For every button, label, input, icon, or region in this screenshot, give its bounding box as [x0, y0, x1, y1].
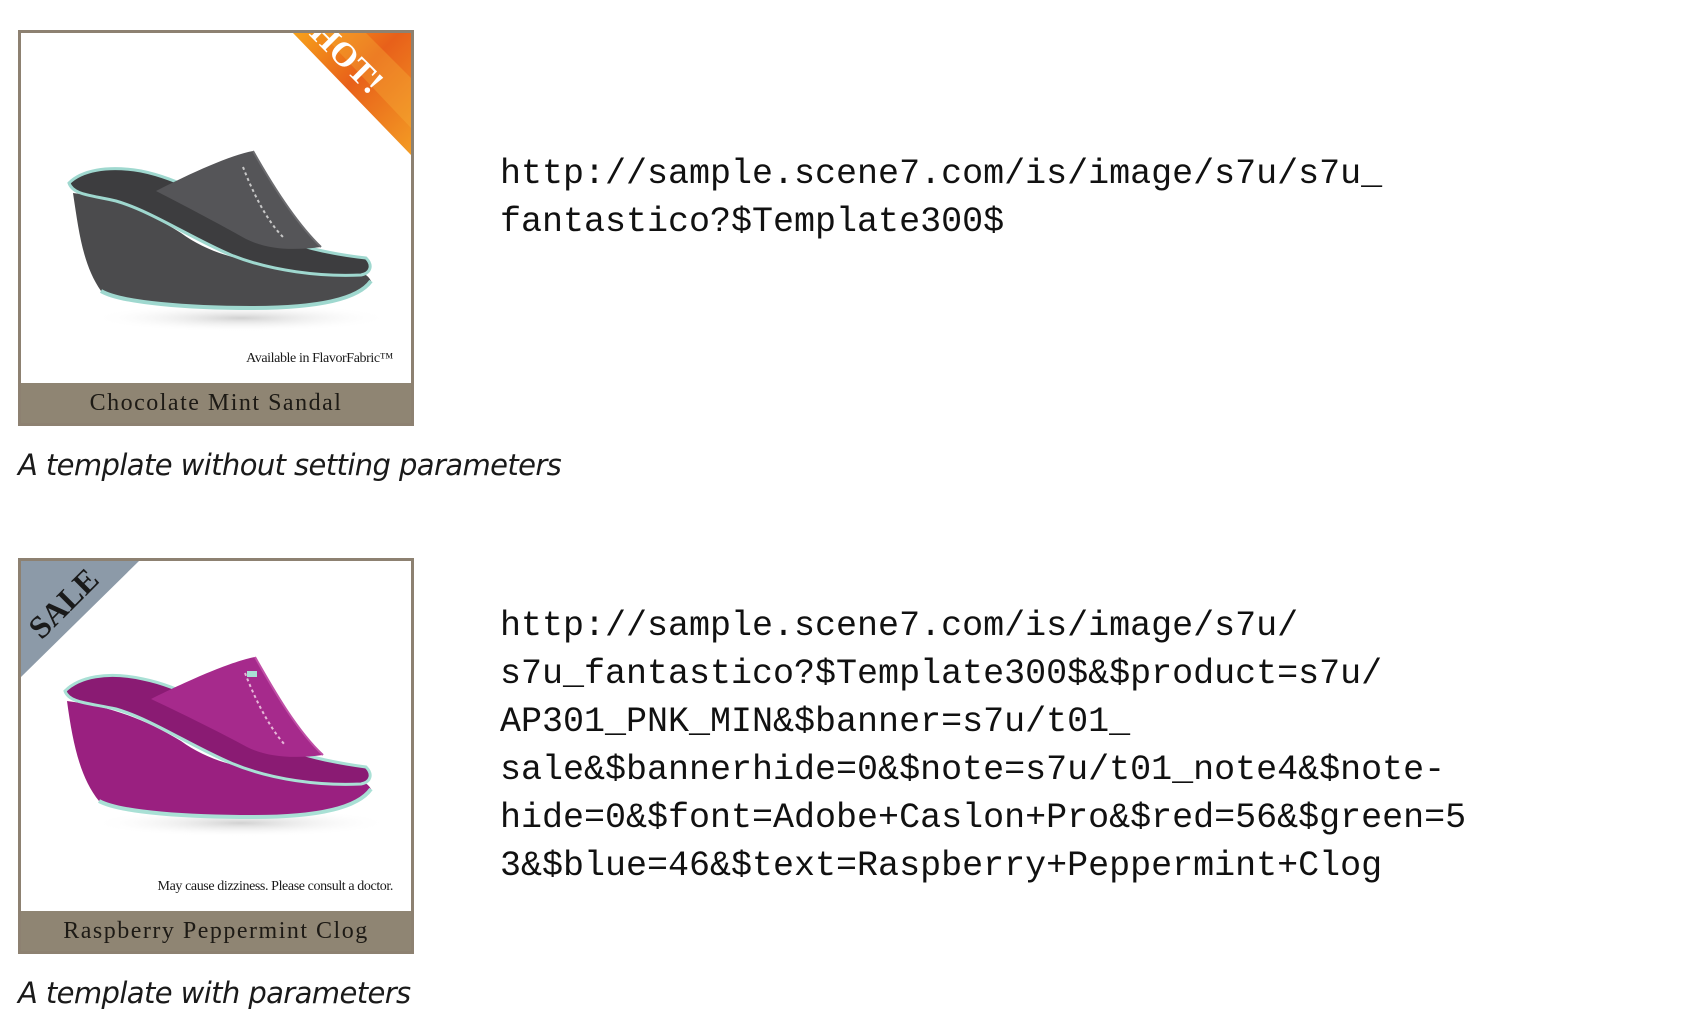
product-image-card: HOT! Available in FlavorFabric™ Chocolat…	[18, 30, 414, 426]
fabric-note: Available in FlavorFabric™	[246, 351, 393, 366]
shoe-photo: HOT!	[21, 33, 411, 383]
product-name: Chocolate Mint Sandal	[89, 389, 343, 416]
url-line: fantastico?$Template300$	[500, 202, 1005, 242]
sandal-shoe	[67, 150, 373, 311]
disclaimer-note: May cause dizziness. Please consult a do…	[157, 879, 394, 894]
sale-banner: SALE	[21, 561, 139, 677]
product-image-card: SALE May cause dizziness. Please consult…	[18, 558, 414, 954]
figure-caption: A template without setting parameters	[18, 448, 562, 482]
hot-banner: HOT!	[293, 33, 411, 155]
product-label-bar: Raspberry Peppermint Clog	[21, 911, 411, 951]
url-line: s7u_fantastico?$Template300$&$product=s7…	[500, 654, 1383, 694]
url-line: http://sample.scene7.com/is/image/s7u/s7…	[500, 154, 1383, 194]
template-url-with-parameters: http://sample.scene7.com/is/image/s7u/ s…	[500, 602, 1680, 890]
product-label-bar: Chocolate Mint Sandal	[21, 383, 411, 423]
url-line: AP301_PNK_MIN&$banner=s7u/t01_	[500, 702, 1131, 742]
template-url: http://sample.scene7.com/is/image/s7u/s7…	[500, 150, 1680, 246]
product-name: Raspberry Peppermint Clog	[63, 917, 369, 944]
shoe-photo: SALE	[21, 561, 411, 911]
url-line: sale&$bannerhide=0&$note=s7u/t01_note4&$…	[500, 750, 1446, 790]
url-line: http://sample.scene7.com/is/image/s7u/	[500, 606, 1299, 646]
url-line: 3&$blue=46&$text=Raspberry+Peppermint+Cl…	[500, 846, 1383, 886]
figure-caption: A template with parameters	[18, 976, 411, 1010]
url-line: hide=0&$font=Adobe+Caslon+Pro&$red=56&$g…	[500, 798, 1467, 838]
clog-shoe	[63, 656, 373, 820]
